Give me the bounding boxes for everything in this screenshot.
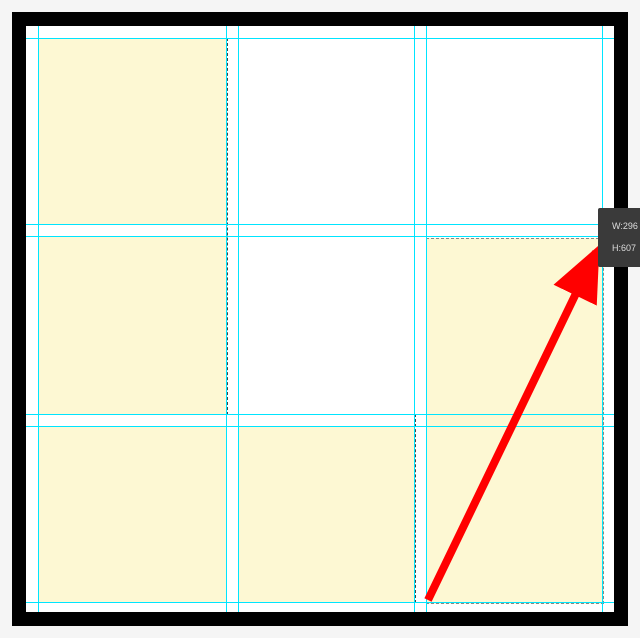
- filled-cell: [238, 426, 414, 602]
- filled-cell: [38, 426, 226, 602]
- guide-horizontal[interactable]: [26, 414, 614, 415]
- tooltip-w-value: 296: [623, 221, 638, 231]
- guide-horizontal[interactable]: [26, 426, 614, 427]
- guide-horizontal[interactable]: [26, 602, 614, 603]
- guide-vertical[interactable]: [426, 26, 427, 612]
- filled-cell: [38, 38, 226, 224]
- add-to-selection-icon: +: [620, 240, 626, 250]
- guide-horizontal[interactable]: [26, 236, 614, 237]
- guide-vertical[interactable]: [238, 26, 239, 612]
- guide-vertical[interactable]: [226, 26, 227, 612]
- active-selection-drag[interactable]: [426, 238, 604, 604]
- guide-vertical[interactable]: [414, 26, 415, 612]
- guide-horizontal[interactable]: [26, 38, 614, 39]
- window-frame: + W:296 H:607: [12, 12, 628, 626]
- guide-vertical[interactable]: [38, 26, 39, 612]
- guide-horizontal[interactable]: [26, 224, 614, 225]
- document-canvas[interactable]: +: [26, 26, 614, 612]
- guide-vertical[interactable]: [602, 26, 603, 612]
- tooltip-h-value: 607: [621, 243, 636, 253]
- filled-cell: [38, 236, 226, 414]
